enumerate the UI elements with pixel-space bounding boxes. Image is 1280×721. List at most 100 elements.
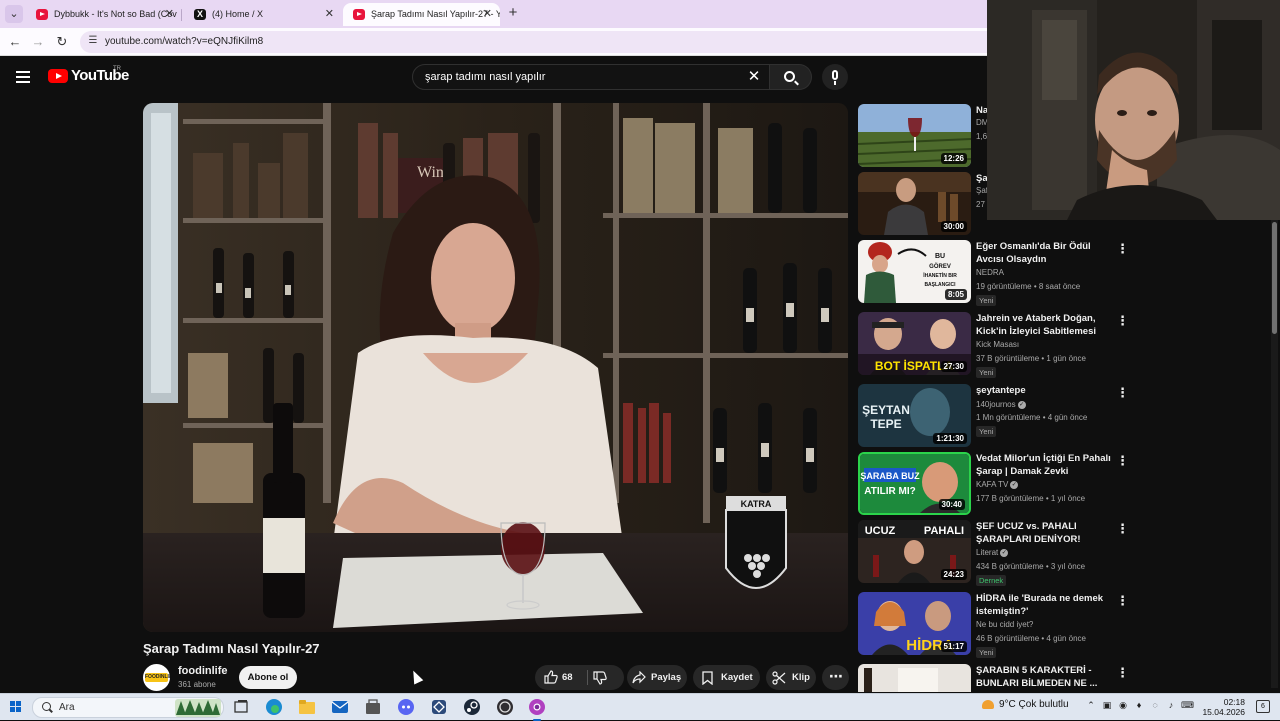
more-actions-button[interactable]: ⋯ — [822, 665, 849, 690]
new-tab-button[interactable]: + — [505, 4, 521, 22]
like-count[interactable]: 68 — [562, 665, 573, 690]
clip-button[interactable]: Klip — [766, 665, 816, 690]
recommendation-title[interactable]: şeytantepe — [976, 384, 1112, 397]
clock-time: 02:18 — [1223, 697, 1245, 707]
show-hidden-icons-chevron-icon[interactable]: ⌃ — [1085, 700, 1097, 711]
more-vertical-icon[interactable]: ⋮ — [1116, 386, 1129, 400]
tray-app-icon[interactable]: ◉ — [1117, 700, 1129, 711]
save-button[interactable]: Kaydet — [693, 665, 760, 690]
more-vertical-icon[interactable]: ⋮ — [1116, 242, 1129, 256]
video-thumbnail[interactable]: ŞARABA BUZ ATILIR MI? 30:40 — [858, 452, 971, 515]
recommendation-title[interactable]: Jahrein ve Ataberk Doğan, Kick'in İzleyi… — [976, 312, 1112, 338]
forward-arrow-icon[interactable]: → — [30, 34, 46, 50]
task-view-icon[interactable] — [232, 698, 250, 716]
new-badge: Yeni — [976, 295, 997, 306]
video-duration: 12:26 — [940, 153, 967, 164]
recommendation-channel[interactable]: 140journos ✓ — [976, 400, 1026, 409]
reload-icon[interactable]: ↻ — [54, 34, 70, 50]
edge-browser-icon[interactable] — [265, 698, 283, 716]
browser-tab[interactable]: Dybbukk - It's Not so Bad (Cov ✕ — [26, 3, 182, 26]
tab-search-chevron-icon[interactable]: ⌄ — [5, 5, 23, 23]
tray-app-icon[interactable]: ▣ — [1101, 700, 1113, 711]
menu-icon[interactable] — [16, 71, 30, 83]
browser-tab-active[interactable]: Şarap Tadımı Nasıl Yapılır-27 - Y ✕ — [343, 3, 500, 26]
more-vertical-icon[interactable]: ⋮ — [1116, 666, 1128, 680]
discord-icon[interactable] — [397, 698, 415, 716]
microphone-tray-icon[interactable]: ♦ — [1133, 700, 1145, 710]
category-badge: Dernek — [976, 575, 1007, 586]
recommendation-channel[interactable]: NEDRA — [976, 268, 1004, 277]
more-vertical-icon[interactable]: ⋮ — [1116, 522, 1129, 536]
obs-studio-icon[interactable] — [496, 698, 514, 716]
video-thumbnail[interactable]: BOT İSPATLA 27:30 — [858, 312, 971, 375]
notification-center-icon[interactable]: 6 — [1256, 700, 1270, 713]
file-explorer-icon[interactable] — [298, 698, 316, 716]
recommendation-title[interactable]: HİDRA ile 'Burada ne demek istemiştin?' — [976, 592, 1112, 618]
close-tab-icon[interactable]: ✕ — [483, 3, 492, 26]
recommendation-item[interactable]: ŞEYTAN TEPE 1:21:30 şeytantepe 140journos… — [858, 384, 1129, 450]
recommendation-item[interactable]: UCUZ PAHALI 24:23 ŞEF UCUZ vs. PAHALI ŞAR… — [858, 520, 1129, 586]
back-arrow-icon[interactable]: ← — [7, 34, 23, 50]
network-tray-icon[interactable]: ◌ — [1149, 700, 1161, 710]
search-button[interactable] — [770, 64, 812, 90]
recommendation-title[interactable]: Vedat Milor'un İçtiği En Pahalı Şarap | … — [976, 452, 1112, 478]
video-player[interactable]: Wine KATRA — [143, 103, 848, 632]
verified-icon: ✓ — [1017, 400, 1026, 409]
steam-icon[interactable] — [463, 698, 481, 716]
recommendation-title[interactable]: ŞARABIN 5 KARAKTERİ - BUNLARI BİLMEDEN N… — [976, 664, 1112, 690]
recommendation-title[interactable]: ŞEF UCUZ vs. PAHALI ŞARAPLARI DENİYOR! — [976, 520, 1112, 546]
like-icon[interactable] — [544, 670, 558, 684]
channel-name[interactable]: foodinlife — [178, 665, 228, 677]
volume-icon[interactable]: ♪ — [1165, 700, 1177, 710]
recommendation-item[interactable]: BOT İSPATLA 27:30 Jahrein ve Ataberk Doğ… — [858, 312, 1129, 378]
mail-icon[interactable] — [331, 698, 349, 716]
channel-avatar[interactable]: FOODINLIFE — [143, 664, 170, 691]
browser-tab[interactable]: X (4) Home / X ✕ — [184, 3, 342, 26]
voice-search-button[interactable] — [822, 64, 848, 90]
taskbar-search-input[interactable]: Ara — [32, 697, 224, 718]
youtube-logo-icon[interactable] — [48, 69, 68, 83]
subscribe-button[interactable]: Abone ol — [239, 666, 297, 689]
recommendation-item[interactable]: HİDRA 51:17 HİDRA ile 'Burada ne demek i… — [858, 592, 1129, 658]
share-button[interactable]: Paylaş — [627, 665, 687, 690]
dislike-icon[interactable] — [593, 671, 607, 685]
recommendation-channel[interactable]: Literat ✓ — [976, 548, 1009, 557]
video-thumbnail[interactable]: HİDRA 51:17 — [858, 592, 971, 655]
network-app-icon[interactable] — [430, 698, 448, 716]
video-thumbnail[interactable]: BU GÖREV İHANETİN BIR BAŞLANGICI 8:05 — [858, 240, 971, 303]
video-thumbnail[interactable] — [858, 664, 971, 692]
recommendation-channel[interactable]: Ne bu cidd iyet? — [976, 620, 1033, 629]
url-bar[interactable]: ☰ youtube.com/watch?v=eQNJfiKilm8 — [80, 31, 1080, 53]
store-icon[interactable] — [364, 698, 382, 716]
video-duration: 30:00 — [940, 221, 967, 232]
close-tab-icon[interactable]: ✕ — [165, 3, 174, 26]
recommendation-channel[interactable]: Kick Masası — [976, 340, 1019, 349]
scissors-icon — [772, 671, 786, 685]
recommendation-channel[interactable]: KAFA TV ✓ — [976, 480, 1019, 489]
video-thumbnail[interactable]: 12:26 — [858, 104, 971, 167]
recommendation-item[interactable]: BU GÖREV İHANETİN BIR BAŞLANGICI 8:05 Eğer … — [858, 240, 1129, 306]
weather-widget[interactable]: 9°C Çok bulutlu — [982, 699, 1069, 710]
recommendation-title[interactable]: Eğer Osmanlı'da Bir Ödül Avcısı Olsaydın — [976, 240, 1112, 266]
channel-avatar-text: FOODINLIFE — [145, 673, 170, 682]
more-vertical-icon[interactable]: ⋮ — [1116, 314, 1129, 328]
scrollbar-thumb[interactable] — [1272, 222, 1277, 334]
close-tab-icon[interactable]: ✕ — [325, 3, 334, 26]
recommendation-item[interactable]: ŞARABIN 5 KARAKTERİ - BUNLARI BİLMEDEN N… — [858, 664, 1128, 692]
video-title: Şarap Tadımı Nasıl Yapılır-27 — [143, 641, 320, 656]
more-vertical-icon[interactable]: ⋮ — [1116, 454, 1129, 468]
x-icon: X — [194, 9, 206, 20]
search-input[interactable]: şarap tadımı nasıl yapılır ✕ — [412, 64, 770, 90]
recommendation-item[interactable]: ŞARABA BUZ ATILIR MI? 30:40 Vedat Milor'u… — [858, 452, 1129, 518]
windows-start-icon[interactable] — [10, 701, 22, 713]
clear-search-icon[interactable]: ✕ — [745, 68, 763, 86]
video-thumbnail[interactable]: ŞEYTAN TEPE 1:21:30 — [858, 384, 971, 447]
recommendation-meta: 177 B görüntüleme • 1 yıl önce — [976, 494, 1086, 503]
video-thumbnail[interactable]: UCUZ PAHALI 24:23 — [858, 520, 971, 583]
chrome-browser-icon[interactable] — [528, 698, 546, 721]
input-language-icon[interactable]: ⌨ — [1181, 700, 1194, 711]
system-clock[interactable]: 02:18 15.04.2026 — [1193, 697, 1245, 717]
more-vertical-icon[interactable]: ⋮ — [1116, 594, 1129, 608]
site-info-icon[interactable]: ☰ — [86, 34, 100, 48]
video-thumbnail[interactable]: 30:00 — [858, 172, 971, 235]
